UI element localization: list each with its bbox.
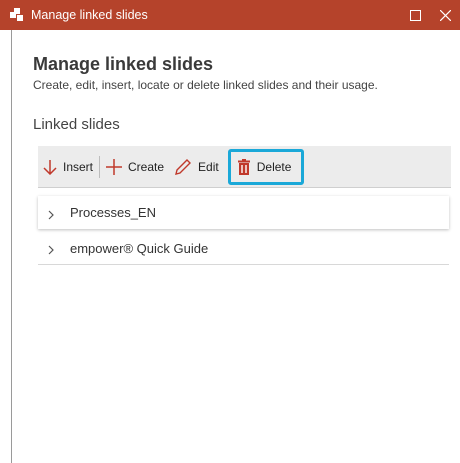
pencil-icon <box>175 158 192 175</box>
title-bar: Manage linked slides <box>0 0 460 30</box>
left-border <box>11 30 12 463</box>
page-title: Manage linked slides <box>33 54 214 74</box>
close-icon[interactable] <box>430 0 460 30</box>
edit-label: Edit <box>198 159 219 174</box>
maximize-icon[interactable] <box>400 0 430 30</box>
trash-icon <box>237 158 250 175</box>
app-logo-icon <box>10 7 25 23</box>
manage-linked-slides-window: Manage linked slides Manage linked slide… <box>0 0 460 463</box>
create-button[interactable]: Create <box>101 151 169 183</box>
insert-label: Insert <box>63 159 94 174</box>
plus-icon <box>106 158 123 175</box>
delete-button[interactable]: Delete <box>227 148 305 185</box>
page-subtitle: Create, edit, insert, locate or delete l… <box>33 78 378 92</box>
toolbar-separator <box>99 155 101 178</box>
chevron-right-icon[interactable] <box>46 243 56 255</box>
window-title: Manage linked slides <box>31 8 148 22</box>
chevron-right-icon[interactable] <box>46 208 56 219</box>
toolbar: Insert Create Edit Delete <box>38 146 451 188</box>
list-item-processes-en[interactable]: Processes_EN <box>38 196 449 229</box>
section-label: Linked slides <box>33 116 120 133</box>
list-item-empower-quick-guide[interactable]: empower® Quick Guide <box>38 232 449 265</box>
arrow-down-icon <box>43 159 57 175</box>
edit-button[interactable]: Edit <box>169 151 224 183</box>
list-item-label: Processes_EN <box>70 205 156 220</box>
linked-slides-list: Processes_EN empower® Quick Guide <box>38 196 449 265</box>
delete-label: Delete <box>256 159 292 174</box>
create-label: Create <box>128 159 165 174</box>
list-item-label: empower® Quick Guide <box>70 240 209 256</box>
insert-button[interactable]: Insert <box>38 151 98 183</box>
content-area: Manage linked slides Create, edit, inser… <box>33 30 453 265</box>
